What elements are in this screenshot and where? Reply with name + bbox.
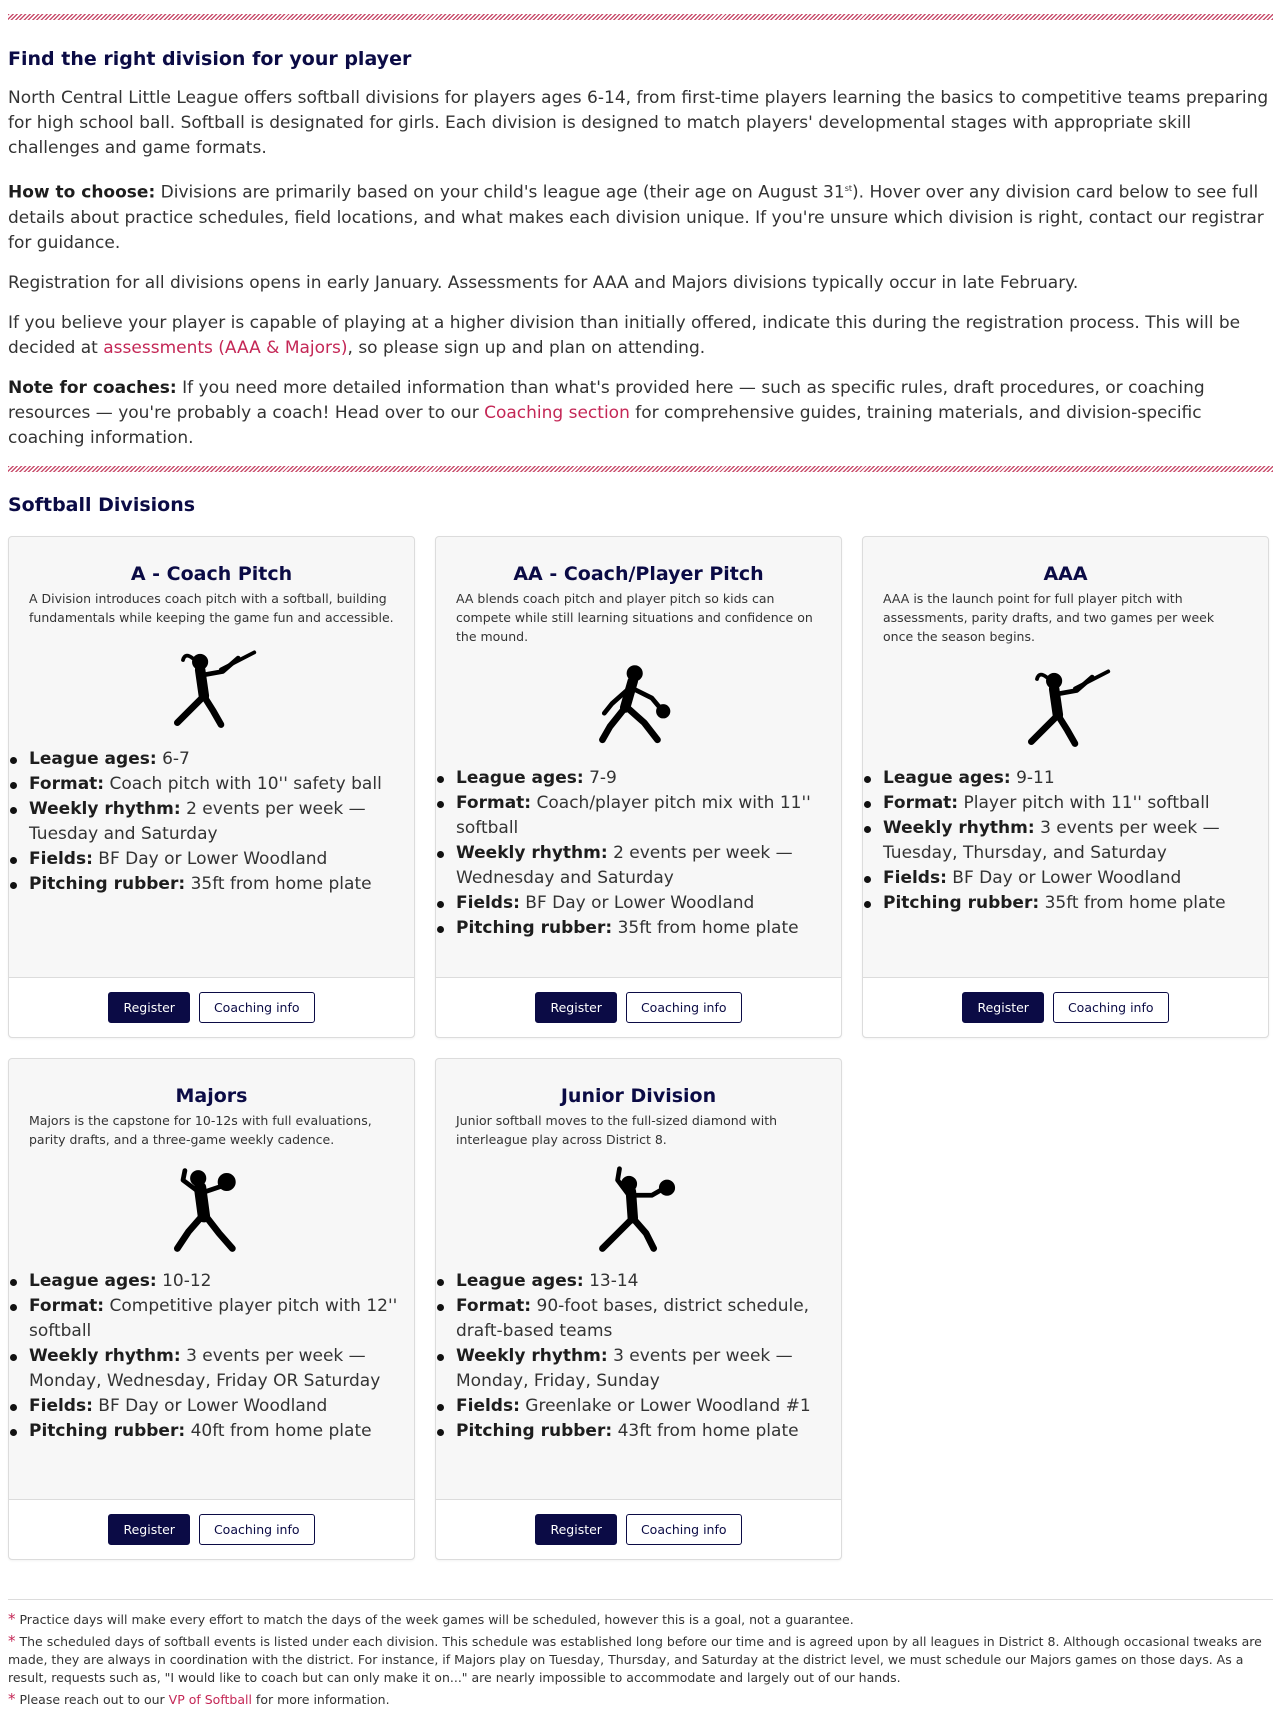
decorative-divider-top <box>8 14 1273 20</box>
asterisk-icon: * <box>8 1689 16 1708</box>
fact-format: Format: 90-foot bases, district schedule… <box>437 1294 841 1344</box>
fielder-silhouette-icon <box>436 1161 841 1261</box>
coaching-info-button[interactable]: Coaching info <box>198 991 315 1023</box>
asterisk-icon: * <box>8 1631 16 1650</box>
assessments-link[interactable]: assessments (AAA & Majors) <box>103 338 347 358</box>
card-description: AAA is the launch point for full player … <box>883 590 1215 644</box>
assessments-paragraph: If you believe your player is capable of… <box>8 312 1241 358</box>
fact-ages: League ages: 13-14 <box>437 1269 841 1294</box>
fact-fields: Fields: Greenlake or Lower Woodland #1 <box>437 1394 841 1419</box>
fact-fields: Fields: BF Day or Lower Woodland <box>864 866 1268 891</box>
divisions-title: Softball Divisions <box>8 493 196 516</box>
card-body: AA - Coach/Player Pitch AA blends coach … <box>436 537 841 977</box>
fact-fields: Fields: BF Day or Lower Woodland <box>437 891 841 916</box>
fact-fields: Fields: BF Day or Lower Woodland <box>10 847 414 872</box>
intro-title: Find the right division for your player <box>8 48 412 70</box>
card-facts: League ages: 6-7 Format: Coach pitch wit… <box>9 747 414 897</box>
pitcher-silhouette-icon <box>436 658 841 758</box>
fact-format: Format: Coach pitch with 10'' safety bal… <box>10 772 414 797</box>
card-title: Junior Division <box>560 1084 717 1107</box>
card-facts: League ages: 10-12 Format: Competitive p… <box>9 1269 414 1444</box>
coaching-section-link[interactable]: Coaching section <box>484 403 630 423</box>
card-title: Majors <box>175 1084 248 1107</box>
card-footer: Register Coaching info <box>863 976 1268 1037</box>
card-facts: League ages: 9-11 Format: Player pitch w… <box>863 766 1268 916</box>
fact-weekly-rhythm: Weekly rhythm: 3 events per week — Tuesd… <box>864 816 1268 866</box>
asterisk-icon: * <box>8 1609 16 1628</box>
register-button[interactable]: Register <box>535 1513 617 1545</box>
catcher-silhouette-icon <box>9 1161 414 1261</box>
card-body: AAA AAA is the launch point for full pla… <box>863 537 1268 977</box>
division-card[interactable]: AAA AAA is the launch point for full pla… <box>862 535 1269 1038</box>
fact-weekly-rhythm: Weekly rhythm: 3 events per week — Monda… <box>437 1344 841 1394</box>
batter-silhouette-icon <box>9 639 414 739</box>
coaches-note-label: Note for coaches: <box>8 377 177 398</box>
card-facts: League ages: 7-9 Format: Coach/player pi… <box>436 766 841 941</box>
card-description: Junior softball moves to the full-sized … <box>456 1112 778 1147</box>
registration-paragraph: Registration for all divisions opens in … <box>8 272 1079 293</box>
card-description: Majors is the capstone for 10-12s with f… <box>29 1112 372 1147</box>
card-title: A - Coach Pitch <box>130 562 293 585</box>
card-body: Majors Majors is the capstone for 10-12s… <box>9 1059 414 1499</box>
coaching-info-button[interactable]: Coaching info <box>1052 991 1169 1023</box>
fact-weekly-rhythm: Weekly rhythm: 2 events per week — Tuesd… <box>10 797 414 847</box>
fact-ages: League ages: 9-11 <box>864 766 1268 791</box>
card-body: Junior Division Junior softball moves to… <box>436 1059 841 1499</box>
fact-pitching-rubber: Pitching rubber: 35ft from home plate <box>437 916 841 941</box>
fact-weekly-rhythm: Weekly rhythm: 2 events per week — Wedne… <box>437 841 841 891</box>
register-button[interactable]: Register <box>108 1513 190 1545</box>
intro-section: Find the right division for your player … <box>8 48 1272 451</box>
footnote-practice: * Practice days will make every effort t… <box>8 1609 854 1628</box>
decorative-divider-middle <box>8 465 1273 472</box>
footnote-schedule: * The scheduled days of softball events … <box>8 1631 1262 1685</box>
register-button[interactable]: Register <box>962 991 1044 1023</box>
card-footer: Register Coaching info <box>436 1498 841 1559</box>
how-to-choose-label: How to choose: <box>8 182 156 203</box>
card-body: A - Coach Pitch A Division introduces co… <box>9 537 414 977</box>
coaching-info-button[interactable]: Coaching info <box>625 991 742 1023</box>
fact-pitching-rubber: Pitching rubber: 43ft from home plate <box>437 1419 841 1444</box>
division-card[interactable]: Majors Majors is the capstone for 10-12s… <box>8 1057 415 1560</box>
fact-ages: League ages: 7-9 <box>437 766 841 791</box>
fact-format: Format: Competitive player pitch with 12… <box>10 1294 414 1344</box>
fact-ages: League ages: 10-12 <box>10 1269 414 1294</box>
fact-format: Format: Player pitch with 11'' softball <box>864 791 1268 816</box>
card-description: A Division introduces coach pitch with a… <box>29 590 394 625</box>
coaching-info-button[interactable]: Coaching info <box>625 1513 742 1545</box>
fact-pitching-rubber: Pitching rubber: 35ft from home plate <box>864 891 1268 916</box>
divisions-grid: A - Coach Pitch A Division introduces co… <box>8 535 1272 1560</box>
division-card[interactable]: AA - Coach/Player Pitch AA blends coach … <box>435 535 842 1038</box>
coaches-note-paragraph: Note for coaches: If you need more detai… <box>8 377 1205 448</box>
card-footer: Register Coaching info <box>436 976 841 1037</box>
fact-ages: League ages: 6-7 <box>10 747 414 772</box>
fact-weekly-rhythm: Weekly rhythm: 3 events per week — Monda… <box>10 1344 414 1394</box>
footnotes: * Practice days will make every effort t… <box>8 1610 1273 1709</box>
fact-fields: Fields: BF Day or Lower Woodland <box>10 1394 414 1419</box>
intro-paragraph: North Central Little League offers softb… <box>8 88 1269 158</box>
vp-softball-link[interactable]: VP of Softball <box>169 1692 252 1707</box>
fact-format: Format: Coach/player pitch mix with 11''… <box>437 791 841 841</box>
division-card[interactable]: Junior Division Junior softball moves to… <box>435 1057 842 1560</box>
batter-silhouette-icon <box>863 658 1268 758</box>
footnote-contact: * Please reach out to our VP of Softball… <box>8 1689 390 1708</box>
card-title: AAA <box>1043 562 1088 585</box>
footnotes-divider <box>8 1598 1273 1600</box>
register-button[interactable]: Register <box>108 991 190 1023</box>
card-description: AA blends coach pitch and player pitch s… <box>456 590 813 644</box>
card-facts: League ages: 13-14 Format: 90-foot bases… <box>436 1269 841 1444</box>
coaching-info-button[interactable]: Coaching info <box>198 1513 315 1545</box>
fact-pitching-rubber: Pitching rubber: 35ft from home plate <box>10 872 414 897</box>
how-to-choose-paragraph: How to choose: Divisions are primarily b… <box>8 182 1264 253</box>
card-title: AA - Coach/Player Pitch <box>513 562 764 585</box>
card-footer: Register Coaching info <box>9 1498 414 1559</box>
fact-pitching-rubber: Pitching rubber: 40ft from home plate <box>10 1419 414 1444</box>
register-button[interactable]: Register <box>535 991 617 1023</box>
card-footer: Register Coaching info <box>9 976 414 1037</box>
division-card[interactable]: A - Coach Pitch A Division introduces co… <box>8 535 415 1038</box>
